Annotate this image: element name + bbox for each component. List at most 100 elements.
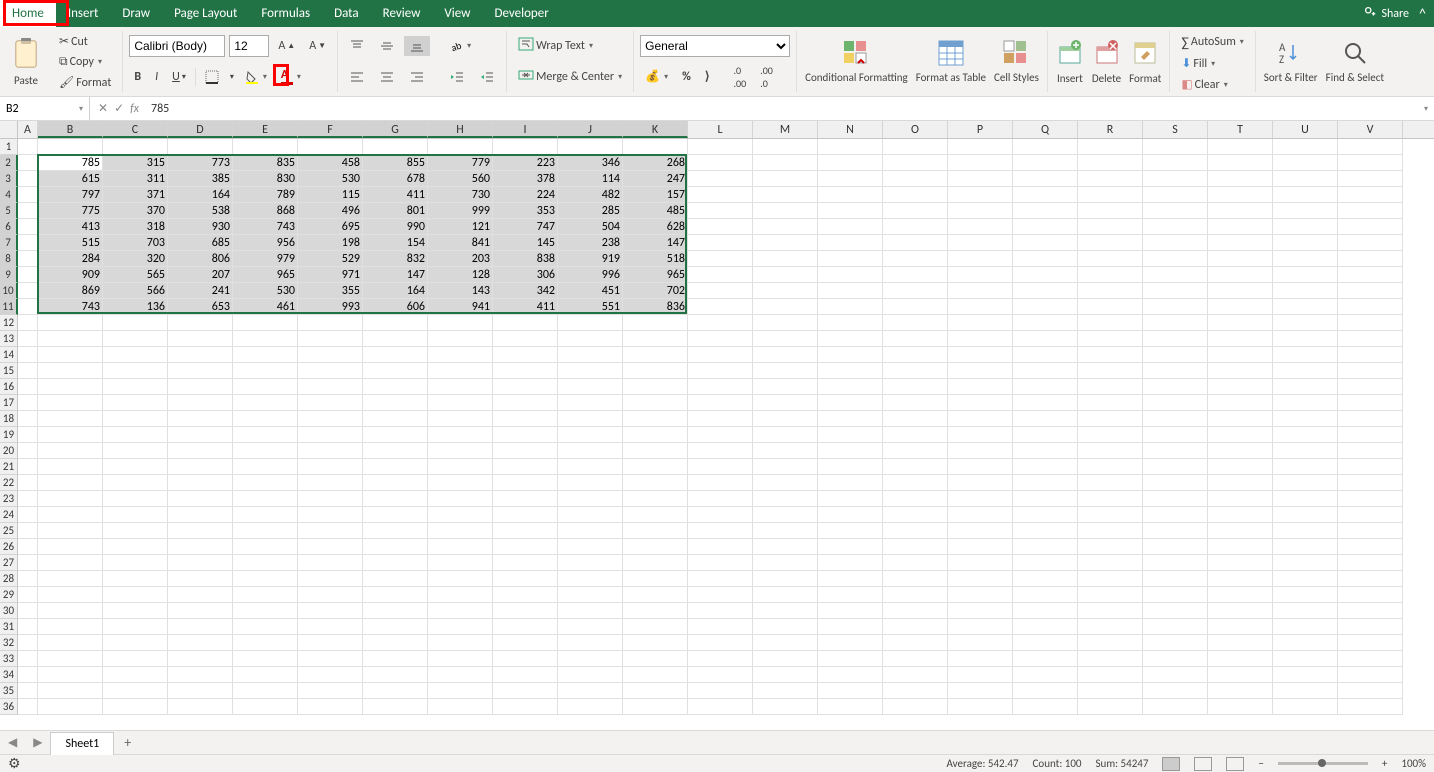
cell-N32[interactable] — [818, 635, 883, 651]
cell-B33[interactable] — [38, 651, 103, 667]
cell-O4[interactable] — [883, 187, 948, 203]
cell-F29[interactable] — [298, 587, 363, 603]
cell-B36[interactable] — [38, 699, 103, 715]
cell-E15[interactable] — [233, 363, 298, 379]
cell-N21[interactable] — [818, 459, 883, 475]
cell-B7[interactable]: 515 — [38, 235, 103, 251]
cell-N29[interactable] — [818, 587, 883, 603]
cell-O32[interactable] — [883, 635, 948, 651]
row-header-20[interactable]: 20 — [0, 443, 18, 459]
cell-J11[interactable]: 551 — [558, 299, 623, 315]
cell-N22[interactable] — [818, 475, 883, 491]
cell-P27[interactable] — [948, 555, 1013, 571]
cell-F30[interactable] — [298, 603, 363, 619]
cell-D5[interactable]: 538 — [168, 203, 233, 219]
cell-T32[interactable] — [1208, 635, 1273, 651]
cell-A25[interactable] — [18, 523, 38, 539]
cell-R8[interactable] — [1078, 251, 1143, 267]
cell-P11[interactable] — [948, 299, 1013, 315]
cell-E7[interactable]: 956 — [233, 235, 298, 251]
format-as-table-button[interactable]: Format as Table — [914, 37, 988, 86]
cell-N36[interactable] — [818, 699, 883, 715]
cell-I17[interactable] — [493, 395, 558, 411]
cell-D6[interactable]: 930 — [168, 219, 233, 235]
cell-P31[interactable] — [948, 619, 1013, 635]
cell-F9[interactable]: 971 — [298, 267, 363, 283]
column-header-C[interactable]: C — [103, 121, 168, 138]
cell-C1[interactable] — [103, 139, 168, 155]
cell-K24[interactable] — [623, 507, 688, 523]
cell-D12[interactable] — [168, 315, 233, 331]
row-header-5[interactable]: 5 — [0, 203, 18, 219]
cell-S7[interactable] — [1143, 235, 1208, 251]
cell-K9[interactable]: 965 — [623, 267, 688, 283]
cell-U16[interactable] — [1273, 379, 1338, 395]
cell-B14[interactable] — [38, 347, 103, 363]
cell-J13[interactable] — [558, 331, 623, 347]
cell-J24[interactable] — [558, 507, 623, 523]
column-header-T[interactable]: T — [1208, 121, 1273, 138]
column-header-L[interactable]: L — [688, 121, 753, 138]
cell-U27[interactable] — [1273, 555, 1338, 571]
cell-N2[interactable] — [818, 155, 883, 171]
find-select-button[interactable]: Find & Select — [1324, 37, 1386, 86]
cell-R19[interactable] — [1078, 427, 1143, 443]
name-box[interactable]: B2 ▾ — [0, 97, 90, 120]
cell-T1[interactable] — [1208, 139, 1273, 155]
cell-B10[interactable]: 869 — [38, 283, 103, 299]
cell-E13[interactable] — [233, 331, 298, 347]
cell-D19[interactable] — [168, 427, 233, 443]
column-header-O[interactable]: O — [883, 121, 948, 138]
cell-F24[interactable] — [298, 507, 363, 523]
cell-H19[interactable] — [428, 427, 493, 443]
cell-T33[interactable] — [1208, 651, 1273, 667]
cell-F12[interactable] — [298, 315, 363, 331]
cell-R23[interactable] — [1078, 491, 1143, 507]
cell-C28[interactable] — [103, 571, 168, 587]
cell-F14[interactable] — [298, 347, 363, 363]
cell-M15[interactable] — [753, 363, 818, 379]
cell-G13[interactable] — [363, 331, 428, 347]
row-header-14[interactable]: 14 — [0, 347, 18, 363]
cell-S14[interactable] — [1143, 347, 1208, 363]
cell-P15[interactable] — [948, 363, 1013, 379]
cell-O14[interactable] — [883, 347, 948, 363]
cell-E32[interactable] — [233, 635, 298, 651]
cell-G36[interactable] — [363, 699, 428, 715]
cell-C17[interactable] — [103, 395, 168, 411]
cell-V10[interactable] — [1338, 283, 1403, 299]
cell-D3[interactable]: 385 — [168, 171, 233, 187]
cell-Q35[interactable] — [1013, 683, 1078, 699]
cell-M24[interactable] — [753, 507, 818, 523]
sort-filter-button[interactable]: AZ Sort & Filter — [1262, 37, 1320, 86]
cell-P16[interactable] — [948, 379, 1013, 395]
cell-E19[interactable] — [233, 427, 298, 443]
cell-H16[interactable] — [428, 379, 493, 395]
cell-G30[interactable] — [363, 603, 428, 619]
cell-K27[interactable] — [623, 555, 688, 571]
bold-button[interactable]: B — [129, 67, 146, 87]
row-header-27[interactable]: 27 — [0, 555, 18, 571]
cell-U34[interactable] — [1273, 667, 1338, 683]
cell-U4[interactable] — [1273, 187, 1338, 203]
increase-decimal-button[interactable]: .0.00 — [729, 61, 752, 93]
cell-E22[interactable] — [233, 475, 298, 491]
align-middle-button[interactable] — [374, 36, 400, 56]
cell-L15[interactable] — [688, 363, 753, 379]
cell-F23[interactable] — [298, 491, 363, 507]
cell-C36[interactable] — [103, 699, 168, 715]
cell-P34[interactable] — [948, 667, 1013, 683]
cell-J12[interactable] — [558, 315, 623, 331]
cell-E17[interactable] — [233, 395, 298, 411]
cell-E34[interactable] — [233, 667, 298, 683]
cell-O22[interactable] — [883, 475, 948, 491]
cell-J31[interactable] — [558, 619, 623, 635]
cell-D27[interactable] — [168, 555, 233, 571]
cell-E3[interactable]: 830 — [233, 171, 298, 187]
cell-C5[interactable]: 370 — [103, 203, 168, 219]
align-right-button[interactable] — [404, 67, 430, 87]
cell-P29[interactable] — [948, 587, 1013, 603]
cell-H29[interactable] — [428, 587, 493, 603]
cell-E4[interactable]: 789 — [233, 187, 298, 203]
cell-H13[interactable] — [428, 331, 493, 347]
